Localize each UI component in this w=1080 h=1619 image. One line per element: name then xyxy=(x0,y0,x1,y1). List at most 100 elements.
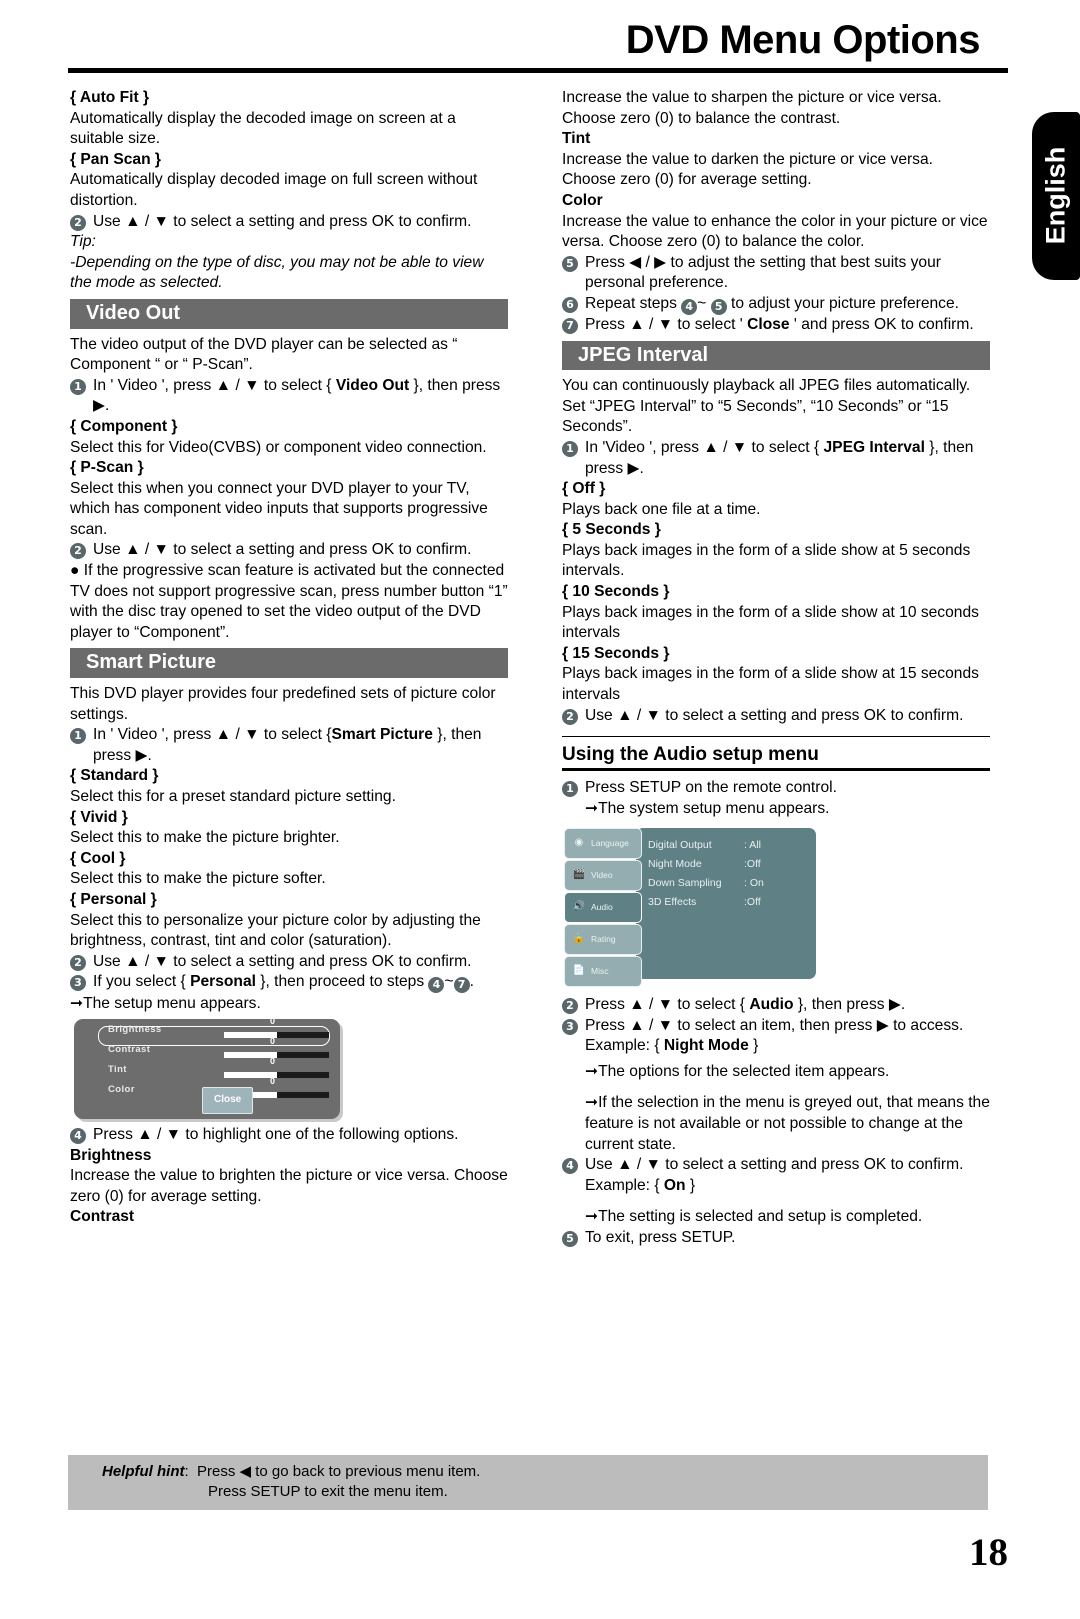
auto-fit-body: Automatically display the decoded image … xyxy=(70,109,456,148)
row-slider[interactable] xyxy=(224,1031,329,1038)
step-text: In ʹ Video ʹ, press ▲ / ▼ to select { Vi… xyxy=(93,376,501,415)
step-text: If you select { Personal }, then proceed… xyxy=(93,973,474,994)
example-night-mode: Example: { Night Mode } xyxy=(585,1037,759,1055)
left-column: { Auto Fit } Automatically display the d… xyxy=(70,88,508,1228)
row-slider[interactable] xyxy=(224,1071,329,1078)
menu-item-value: : On xyxy=(744,877,764,889)
step-badge: 7 xyxy=(562,317,578,334)
helpful-hint-band: Helpful hint: Press ◀ to go back to prev… xyxy=(68,1455,988,1510)
right-column: Increase the value to sharpen the pictur… xyxy=(562,88,990,1249)
film-icon: 🎬 xyxy=(572,869,586,881)
row-value: 0 xyxy=(270,1016,276,1027)
step-badge: 5 xyxy=(562,1230,578,1247)
system-setup-menu-image: ◉ Language 🎬 Video 🔊 Audio 🔒 Rating 📄 Mi… xyxy=(564,824,816,987)
step-row: 5 To exit, press SETUP. xyxy=(562,1228,990,1249)
picture-menu-row[interactable]: 0 Contrast xyxy=(74,1036,340,1062)
step-text: Use ▲ / ▼ to select a setting and press … xyxy=(93,212,472,230)
step-row: 4 Use ▲ / ▼ to select a setting and pres… xyxy=(562,1155,990,1176)
step-text: Press ▲ / ▼ to select ʹ Close ʹ and pres… xyxy=(585,315,974,333)
step-row: 1 In ʹ Video ʹ, press ▲ / ▼ to select { … xyxy=(70,376,508,417)
row-value: 0 xyxy=(270,1076,276,1087)
row-label: Color xyxy=(108,1084,135,1096)
auto-fit-heading: { Auto Fit } xyxy=(70,89,150,106)
menu-tab-label: Language xyxy=(591,838,629,849)
speaker-icon: 🔊 xyxy=(572,901,586,913)
step-row: 1 In ʹ Video ʹ, press ▲ / ▼ to select {S… xyxy=(70,725,508,766)
step-row: 3 Press ▲ / ▼ to select an item, then pr… xyxy=(562,1016,990,1037)
section-jpeg-interval: JPEG Interval xyxy=(562,340,990,371)
pscan-heading: { P-Scan } xyxy=(70,459,144,477)
picture-menu-row[interactable]: 0 Brightness xyxy=(74,1016,340,1042)
pan-scan-body: Automatically display decoded image on f… xyxy=(70,171,478,209)
row-label: Brightness xyxy=(108,1024,162,1036)
step-badge: 2 xyxy=(70,214,86,231)
row-slider[interactable] xyxy=(224,1051,329,1058)
menu-item-label[interactable]: Night Mode xyxy=(648,854,702,875)
step-badge: 5 xyxy=(562,255,578,272)
menu-tab-misc[interactable]: 📄 Misc xyxy=(564,956,642,987)
menu-item-label[interactable]: 3D Effects xyxy=(648,892,696,913)
greyed-out-note: ➞If the selection in the menu is greyed … xyxy=(585,1093,990,1153)
menu-tab-label: Misc xyxy=(591,966,609,977)
step-text: Use ▲ / ▼ to select a setting and press … xyxy=(585,706,964,724)
menu-item-label[interactable]: Digital Output xyxy=(648,835,712,856)
step-badge: 4 xyxy=(70,1127,86,1144)
section-audio-setup-rule xyxy=(562,767,990,771)
title-rule xyxy=(68,68,1008,73)
menu-tab-label: Rating xyxy=(591,934,616,945)
standard-body: Select this for a preset standard pictur… xyxy=(70,788,396,805)
menu-item-label[interactable]: Down Sampling xyxy=(648,873,722,894)
picture-setup-menu-image: 0 Brightness 0 Contrast 0 Tint 0 Color C… xyxy=(74,1016,340,1119)
options-appear-note: ➞The options for the selected item appea… xyxy=(585,1061,890,1080)
row-label: Contrast xyxy=(108,1044,151,1056)
component-heading: { Component } xyxy=(70,417,178,435)
page-title: DVD Menu Options xyxy=(625,18,981,62)
video-out-intro: The video output of the DVD player can b… xyxy=(70,335,458,374)
menu-item-value: :Off xyxy=(744,858,761,870)
step-text: Press ▲ / ▼ to highlight one of the foll… xyxy=(93,1125,459,1143)
cool-heading: { Cool } xyxy=(70,849,126,867)
row-value: 0 xyxy=(270,1036,276,1047)
off-heading: { Off } xyxy=(562,480,606,498)
5-seconds-heading: { 5 Seconds } xyxy=(562,521,661,539)
step-text: To exit, press SETUP. xyxy=(585,1228,736,1246)
manual-page: DVD Menu Options English { Auto Fit } Au… xyxy=(0,0,1080,1619)
close-button[interactable]: Close xyxy=(202,1087,254,1114)
vivid-heading: { Vivid } xyxy=(70,808,128,826)
step-row: 2 Use ▲ / ▼ to select a setting and pres… xyxy=(562,706,990,727)
personal-body: Select this to personalize your picture … xyxy=(70,911,481,950)
contrast-body: Increase the value to sharpen the pictur… xyxy=(562,89,942,127)
arrow-icon: ➞ xyxy=(585,799,599,818)
step-text: Press SETUP on the remote control. xyxy=(585,778,837,796)
menu-tab-video[interactable]: 🎬 Video xyxy=(564,860,642,891)
menu-tab-audio[interactable]: 🔊 Audio xyxy=(564,892,642,923)
menu-tab-rating[interactable]: 🔒 Rating xyxy=(564,924,642,955)
step-text: Press ▲ / ▼ to select an item, then pres… xyxy=(585,1016,964,1034)
language-tab-label: English xyxy=(1040,146,1071,245)
step-badge: 4 xyxy=(562,1158,578,1175)
picture-menu-row[interactable]: 0 Tint xyxy=(74,1056,340,1082)
setup-completed-note: ➞The setting is selected and setup is co… xyxy=(585,1207,923,1226)
row-value: 0 xyxy=(270,1056,276,1067)
5-seconds-body: Plays back images in the form of a slide… xyxy=(562,541,971,580)
step-text: In ʹ Video ʹ, press ▲ / ▼ to select {Sma… xyxy=(93,726,482,764)
step-badge: 2 xyxy=(70,543,86,560)
step-badge: 1 xyxy=(562,440,578,457)
pan-scan-heading: { Pan Scan } xyxy=(70,150,162,168)
menu-item-value: : All xyxy=(744,839,761,851)
component-body: Select this for Video(CVBS) or component… xyxy=(70,438,487,456)
globe-icon: ◉ xyxy=(574,837,584,849)
step-row: 4 Press ▲ / ▼ to highlight one of the fo… xyxy=(70,1125,508,1146)
row-label: Tint xyxy=(108,1064,127,1076)
step-badge: 1 xyxy=(70,378,86,395)
menu-tab-language[interactable]: ◉ Language xyxy=(564,828,642,859)
brightness-body: Increase the value to brighten the pictu… xyxy=(70,1167,508,1205)
arrow-icon: ➞ xyxy=(585,1093,599,1112)
step-row: 2 Press ▲ / ▼ to select { Audio }, then … xyxy=(562,995,990,1016)
personal-heading: { Personal } xyxy=(70,890,157,908)
vivid-body: Select this to make the picture brighter… xyxy=(70,829,340,847)
helpful-hint-line1: Helpful hint: Press ◀ to go back to prev… xyxy=(102,1463,481,1480)
smart-picture-intro: This DVD player provides four predefined… xyxy=(70,685,496,723)
10-seconds-heading: { 10 Seconds } xyxy=(562,583,670,601)
step-text: Press ▲ / ▼ to select { Audio }, then pr… xyxy=(585,996,906,1013)
